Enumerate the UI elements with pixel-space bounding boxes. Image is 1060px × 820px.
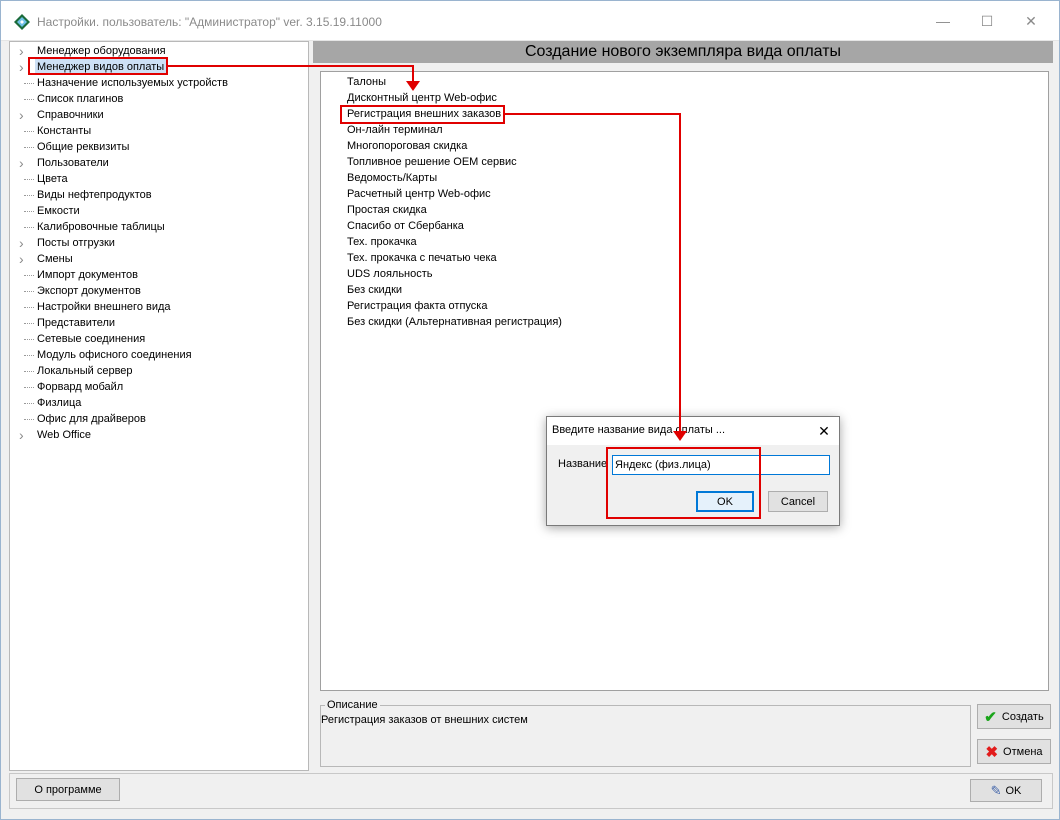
tree-connector bbox=[24, 355, 34, 356]
chevron-right-icon[interactable]: › bbox=[19, 251, 29, 267]
tree-item-label: Локальный сервер bbox=[37, 365, 133, 377]
create-button[interactable]: ✔ Создать bbox=[977, 704, 1051, 729]
tree-connector bbox=[24, 275, 34, 276]
tree-item-label: Посты отгрузки bbox=[37, 237, 115, 249]
cancel-button[interactable]: ✖ Отмена bbox=[977, 739, 1051, 764]
payment-type-item[interactable]: Без скидки bbox=[345, 282, 404, 298]
bottom-bar bbox=[9, 773, 1053, 809]
app-icon bbox=[13, 13, 31, 31]
tree-item-label: Пользователи bbox=[37, 157, 109, 169]
description-group: Описание Регистрация заказов от внешних … bbox=[320, 699, 971, 767]
window-title: Настройки. пользователь: "Администратор"… bbox=[37, 15, 382, 29]
tree-connector bbox=[24, 387, 34, 388]
payment-type-item[interactable]: Многопороговая скидка bbox=[345, 138, 469, 154]
annotation-arrow-icon bbox=[673, 431, 687, 441]
annotation-arrow-icon bbox=[406, 81, 420, 91]
tree-connector bbox=[24, 211, 34, 212]
create-button-label: Создать bbox=[1001, 710, 1044, 723]
tree-item-label: Цвета bbox=[37, 173, 68, 185]
dialog-cancel-label: Cancel bbox=[780, 495, 816, 508]
tree-item-label: Общие реквизиты bbox=[37, 141, 130, 153]
tree-connector bbox=[24, 83, 34, 84]
name-label: Название bbox=[558, 458, 608, 470]
payment-type-list: Талоны Дисконтный центр Web-офис Регистрац… bbox=[320, 71, 1049, 691]
dialog-cancel-button[interactable]: Cancel bbox=[768, 491, 828, 512]
annotation-box-list bbox=[340, 105, 505, 124]
settings-window: Настройки. пользователь: "Администратор"… bbox=[0, 0, 1060, 820]
tree-item-label: Сетевые соединения bbox=[37, 333, 146, 345]
payment-type-item[interactable]: UDS лояльность bbox=[345, 266, 435, 282]
minimize-button[interactable]: — bbox=[921, 1, 965, 41]
tree-connector bbox=[24, 371, 34, 372]
payment-type-item[interactable]: Он-лайн терминал bbox=[345, 122, 445, 138]
payment-type-item[interactable]: Без скидки (Альтернативная регистрация) bbox=[345, 314, 564, 330]
chevron-right-icon[interactable]: › bbox=[19, 235, 29, 251]
tree-item-label: Представители bbox=[37, 317, 116, 329]
page-title: Создание нового экземпляра вида оплаты bbox=[313, 41, 1053, 63]
tree-connector bbox=[24, 323, 34, 324]
about-button[interactable]: О программе bbox=[16, 778, 120, 801]
dialog-title: Введите название вида оплаты ... bbox=[552, 424, 726, 436]
maximize-button[interactable]: ☐ bbox=[965, 1, 1009, 41]
annotation-line bbox=[679, 113, 681, 435]
tree-item-label: Модуль офисного соединения bbox=[37, 349, 192, 361]
pen-icon: ✎ bbox=[990, 782, 1002, 798]
payment-type-item[interactable]: Расчетный центр Web-офис bbox=[345, 186, 493, 202]
tree-connector bbox=[24, 195, 34, 196]
chevron-right-icon[interactable]: › bbox=[19, 107, 29, 123]
settings-tree: › Менеджер оборудования › Менеджер видов оп… bbox=[9, 41, 309, 771]
cancel-button-label: Отмена bbox=[1003, 745, 1043, 758]
tree-item-label: Импорт документов bbox=[37, 269, 138, 281]
annotation-line bbox=[505, 113, 681, 115]
tree-connector bbox=[24, 419, 34, 420]
tree-item-label: Калибровочные таблицы bbox=[37, 221, 165, 233]
chevron-right-icon[interactable]: › bbox=[19, 427, 29, 443]
payment-type-item[interactable]: Регистрация факта отпуска bbox=[345, 298, 489, 314]
payment-type-item[interactable]: Простая скидка bbox=[345, 202, 429, 218]
tree-item-label: Форвард мобайл bbox=[37, 381, 124, 393]
tree-item-label: Виды нефтепродуктов bbox=[37, 189, 152, 201]
tree-connector bbox=[24, 227, 34, 228]
tree-item-label: Смены bbox=[37, 253, 73, 265]
tree-item-label: Назначение используемых устройств bbox=[37, 77, 228, 89]
annotation-box-dialog bbox=[606, 447, 761, 519]
tree-connector bbox=[24, 307, 34, 308]
payment-type-item[interactable]: Талоны bbox=[345, 74, 388, 90]
annotation-line bbox=[168, 65, 414, 67]
payment-type-item[interactable]: Топливное решение OEM сервис bbox=[345, 154, 519, 170]
tree-connector bbox=[24, 179, 34, 180]
payment-type-item[interactable]: Дисконтный центр Web-офис bbox=[345, 90, 499, 106]
tree-item-label: Физлица bbox=[37, 397, 82, 409]
tree-item-label: Экспорт документов bbox=[37, 285, 141, 297]
chevron-right-icon[interactable]: › bbox=[19, 155, 29, 171]
tree-connector bbox=[24, 147, 34, 148]
annotation-box-tree bbox=[28, 57, 168, 75]
tree-item-label: Список плагинов bbox=[37, 93, 124, 105]
close-button[interactable]: ✕ bbox=[1009, 1, 1053, 41]
tree-connector bbox=[24, 339, 34, 340]
ok-button-label: OK bbox=[1005, 784, 1022, 797]
tree-connector bbox=[24, 403, 34, 404]
description-text: Регистрация заказов от внешних систем bbox=[321, 714, 528, 726]
tree-connector bbox=[24, 99, 34, 100]
payment-type-item[interactable]: Спасибо от Сбербанка bbox=[345, 218, 466, 234]
title-bar: Настройки. пользователь: "Администратор"… bbox=[1, 1, 1059, 41]
payment-type-item[interactable]: Тех. прокачка bbox=[345, 234, 419, 250]
payment-type-item[interactable]: Ведомость/Карты bbox=[345, 170, 439, 186]
payment-type-item[interactable]: Тех. прокачка с печатью чека bbox=[345, 250, 499, 266]
tree-connector bbox=[24, 291, 34, 292]
tree-item-label: Константы bbox=[37, 125, 92, 137]
ok-button[interactable]: ✎ OK bbox=[970, 779, 1042, 802]
checkmark-icon: ✔ bbox=[984, 708, 997, 726]
cross-icon: ✖ bbox=[985, 743, 999, 761]
dialog-close-icon[interactable]: ✕ bbox=[813, 420, 835, 442]
tree-item-label: Настройки внешнего вида bbox=[37, 301, 171, 313]
about-button-label: О программе bbox=[34, 783, 102, 796]
tree-item-label: Справочники bbox=[37, 109, 104, 121]
tree-item-label: Емкости bbox=[37, 205, 80, 217]
tree-connector bbox=[24, 131, 34, 132]
tree-item-label: Web Office bbox=[37, 429, 92, 441]
description-legend: Описание bbox=[325, 699, 380, 711]
tree-item-label: Офис для драйверов bbox=[37, 413, 146, 425]
